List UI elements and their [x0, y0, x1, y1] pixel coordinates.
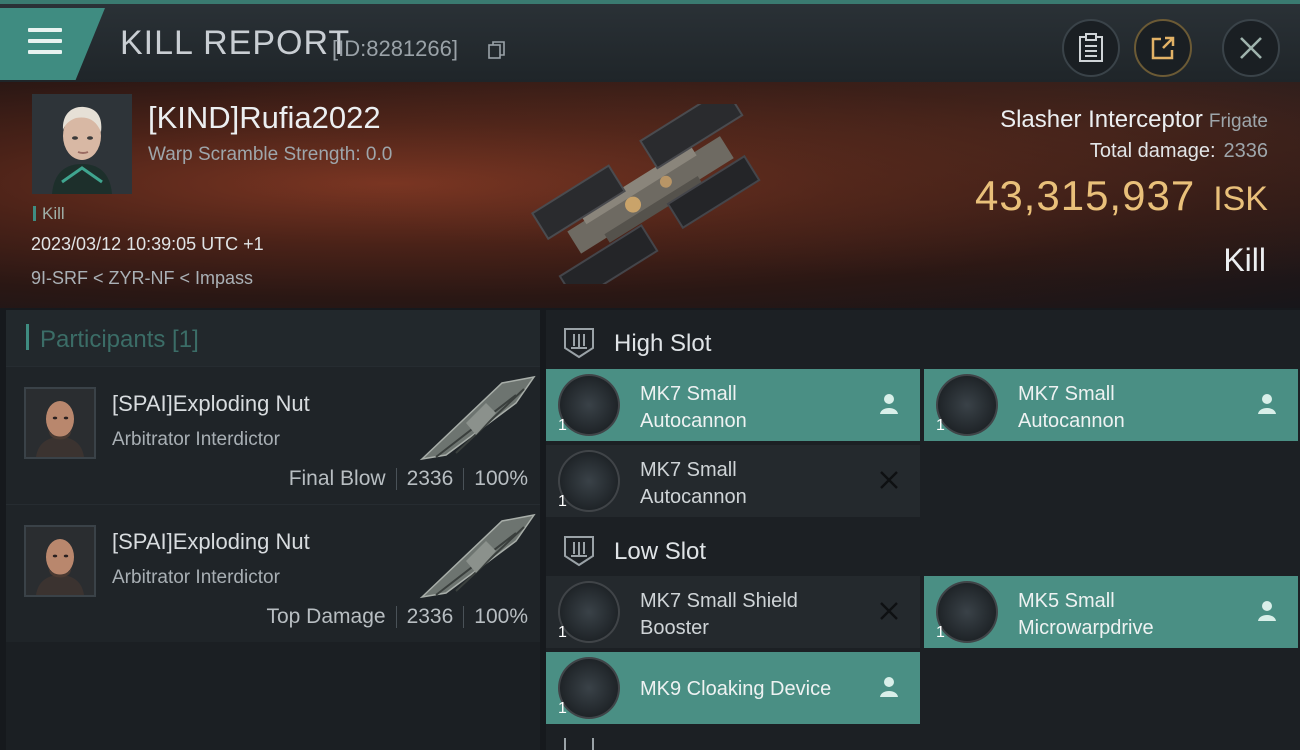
microwarpdrive-icon	[936, 581, 998, 643]
total-damage-label: Total damage:	[1089, 140, 1216, 162]
clipboard-button[interactable]	[1062, 19, 1120, 77]
module-quantity: 1	[558, 417, 567, 434]
destroyed-x-icon	[880, 602, 898, 620]
share-icon	[1151, 36, 1175, 60]
kill-tag: Kill	[33, 204, 65, 224]
victim-banner: [KIND]Rufia2022 Warp Scramble Strength: …	[0, 82, 1300, 308]
isk-currency: ISK	[1213, 180, 1268, 218]
close-icon	[1240, 37, 1262, 59]
total-damage-value: 2336	[1223, 140, 1269, 162]
participant-name: [SPAI]Exploding Nut	[112, 529, 310, 554]
participant-ship: Arbitrator Interdictor	[112, 567, 280, 588]
divider	[395, 468, 397, 490]
low-slot-icon	[564, 536, 594, 567]
shield-booster-icon	[558, 581, 620, 643]
participant-role: Final Blow	[288, 467, 386, 490]
cloaking-device-icon	[558, 657, 620, 719]
ship-type: Slasher Interceptor	[1000, 106, 1203, 133]
module-name: MK7 Small Autocannon	[1018, 383, 1125, 432]
module-quantity: 1	[936, 624, 945, 641]
module-low-3[interactable]: 1 MK9 Cloaking Device	[546, 652, 920, 724]
victim-ship-name[interactable]: Slasher Interceptor Frigate	[1000, 106, 1268, 134]
participant-percent: 100%	[474, 605, 528, 628]
copy-icon[interactable]	[488, 40, 506, 60]
dropped-person-icon	[880, 677, 898, 697]
share-button[interactable]	[1134, 19, 1192, 77]
high-slot-icon	[564, 328, 594, 359]
module-high-3[interactable]: 1 MK7 Small Autocannon	[546, 445, 920, 517]
hamburger-icon	[28, 28, 62, 61]
participants-label: Participants [1]	[40, 326, 199, 353]
kill-location[interactable]: 9I-SRF < ZYR-NF < Impass	[31, 268, 253, 289]
ship-class: Frigate	[1208, 111, 1268, 132]
divider	[463, 606, 465, 628]
module-quantity: 1	[936, 417, 945, 434]
fitting-panel: High Slot 1 MK7 Small Autocannon 1 MK7 Sm…	[546, 310, 1300, 750]
victim-portrait[interactable]	[32, 94, 132, 194]
participant-avatar[interactable]	[24, 525, 96, 597]
autocannon-icon	[558, 450, 620, 512]
participant-ship-icon	[419, 375, 536, 461]
victim-name[interactable]: [KIND]Rufia2022	[148, 100, 381, 136]
report-id: [ID:8281266]	[332, 36, 458, 61]
participant-damage: 2336	[406, 467, 454, 490]
page-title: KILL REPORT	[120, 24, 351, 62]
destroyed-x-icon	[880, 471, 898, 489]
mid-slot-icon	[564, 738, 594, 750]
participant-row[interactable]: [SPAI]Exploding Nut Arbitrator Interdict…	[6, 504, 540, 642]
victim-ship-icon[interactable]	[520, 104, 780, 284]
accent-bar	[26, 324, 29, 350]
participant-avatar[interactable]	[24, 387, 96, 459]
module-name: MK7 Small Autocannon	[640, 383, 747, 432]
module-low-1[interactable]: 1 MK7 Small Shield Booster	[546, 576, 920, 648]
module-name: MK7 Small Autocannon	[640, 459, 747, 508]
participant-role: Top Damage	[266, 605, 386, 628]
clipboard-icon	[1079, 33, 1103, 62]
high-slot-label: High Slot	[614, 330, 712, 357]
isk-value: 43,315,937 ISK	[975, 172, 1268, 220]
pilot-avatar-icon	[26, 527, 94, 595]
participant-damage: 2336	[406, 605, 454, 628]
module-high-2[interactable]: 1 MK7 Small Autocannon	[924, 369, 1298, 441]
module-quantity: 1	[558, 493, 567, 510]
module-high-1[interactable]: 1 MK7 Small Autocannon	[546, 369, 920, 441]
module-quantity: 1	[558, 700, 567, 717]
autocannon-icon	[936, 374, 998, 436]
participants-header[interactable]: Participants [1]	[6, 310, 540, 366]
dropped-person-icon	[880, 394, 898, 414]
participant-ship-icon	[419, 513, 536, 599]
dropped-person-icon	[1258, 394, 1276, 414]
menu-button[interactable]	[0, 8, 105, 80]
module-low-2[interactable]: 1 MK5 Small Microwarpdrive	[924, 576, 1298, 648]
isk-amount: 43,315,937	[974, 172, 1196, 219]
participant-name: [SPAI]Exploding Nut	[112, 391, 310, 416]
participant-percent: 100%	[474, 467, 528, 490]
low-slot-label: Low Slot	[614, 538, 707, 565]
pilot-avatar-icon	[26, 389, 94, 457]
participant-row[interactable]: [SPAI]Exploding Nut Arbitrator Interdict…	[6, 366, 540, 504]
module-name: MK5 Small Microwarpdrive	[1018, 590, 1154, 639]
module-quantity: 1	[558, 624, 567, 641]
dropped-person-icon	[1258, 601, 1276, 621]
total-damage: Total damage: 2336	[1090, 140, 1268, 163]
low-slot-header: Low Slot	[546, 522, 1300, 578]
kill-datetime: 2023/03/12 10:39:05 UTC +1	[31, 234, 264, 254]
high-slot-header: High Slot	[546, 314, 1300, 370]
divider	[463, 468, 465, 490]
header-bar: KILL REPORT [ID:8281266]	[0, 0, 1300, 82]
module-name: MK9 Cloaking Device	[640, 678, 832, 700]
result-label: Kill	[1223, 242, 1266, 278]
module-name: MK7 Small Shield Booster	[640, 590, 798, 639]
participant-stats: Top Damage 2336 100%	[266, 605, 528, 629]
participants-panel: Participants [1] [SPAI]Exploding Nut Arb…	[6, 310, 540, 750]
divider	[395, 606, 397, 628]
autocannon-icon	[558, 374, 620, 436]
participant-ship: Arbitrator Interdictor	[112, 429, 280, 450]
pilot-avatar-icon	[32, 94, 132, 194]
participant-stats: Final Blow 2336 100%	[289, 467, 528, 491]
close-button[interactable]	[1222, 19, 1280, 77]
warp-scramble-strength: Warp Scramble Strength: 0.0	[148, 144, 393, 165]
